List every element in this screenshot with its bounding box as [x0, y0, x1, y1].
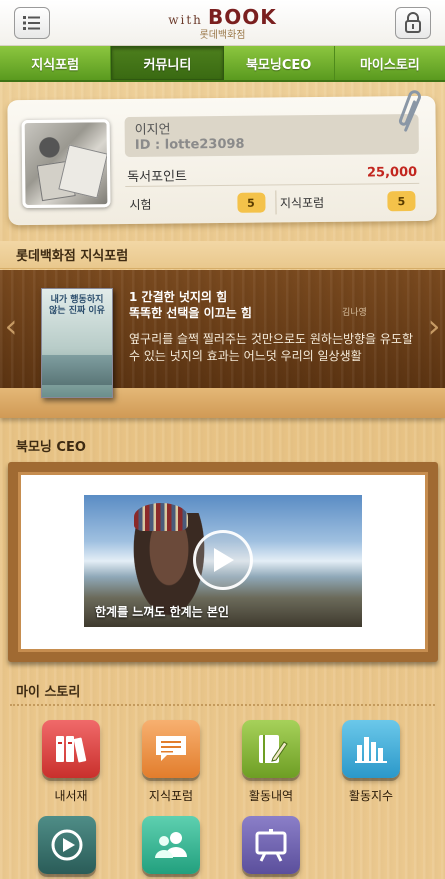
logo-subtitle: 롯데백화점 — [199, 30, 246, 41]
main-nav: 지식포럼 커뮤니티 북모닝CEO 마이스토리 — [0, 46, 445, 82]
knowledge-forum-label: 지식포럼 — [148, 789, 194, 803]
video-caption: 한계를 느껴도 한계는 본인 — [95, 605, 229, 619]
tab-my-story[interactable]: 마이스토리 — [335, 46, 445, 80]
tab-book-morning-ceo[interactable]: 북모닝CEO — [224, 46, 335, 80]
knowledge-forum-button[interactable] — [142, 720, 200, 778]
activity-history-button[interactable] — [242, 720, 300, 778]
stat-exam-label: 시험 — [129, 197, 152, 212]
presentation-board-icon — [255, 829, 287, 862]
app-header: with BOOK 롯데백화점 — [0, 0, 445, 46]
stat-forum[interactable]: 지식포럼 5 — [276, 189, 420, 215]
book-cover[interactable]: 내가 행동하지 않는 진짜 이유 — [41, 288, 113, 398]
my-library-button[interactable] — [42, 720, 100, 778]
forum-author: 김나영 — [342, 308, 367, 318]
people-icon — [155, 832, 187, 858]
play-circle-icon — [51, 829, 83, 861]
tab-community[interactable]: 커뮤니티 — [111, 46, 224, 80]
bookshelf-icon — [56, 736, 87, 763]
avatar[interactable] — [21, 119, 111, 209]
book-cover-title: 내가 행동하지 않는 진짜 이유 — [49, 295, 105, 316]
paperclip-icon — [398, 90, 421, 132]
stat-exam[interactable]: 시험 5 — [125, 190, 277, 217]
profile-card: 이지언 ID : lotte23098 독서포인트 25,000 시험 5 지식… — [7, 90, 437, 226]
mystory-section-title: 마이 스토리 — [16, 684, 81, 700]
ceo-section-title: 북모닝 CEO — [16, 439, 86, 455]
activity-history-label: 활동내역 — [248, 789, 294, 803]
activity-index-button[interactable] — [342, 720, 400, 778]
lock-button[interactable] — [395, 7, 431, 39]
stat-forum-count: 5 — [387, 190, 416, 212]
forum-description: 옆구리를 슬쩍 찔러주는 것만으로도 원하는방향을 유도할 수 있는 넛지의 효… — [129, 332, 414, 363]
tab-knowledge-forum[interactable]: 지식포럼 — [0, 46, 112, 80]
reading-points-label: 독서포인트 — [127, 169, 188, 185]
stat-forum-label: 지식포럼 — [279, 195, 325, 210]
forum-prev-arrow[interactable]: ‹ — [4, 306, 18, 346]
forum-next-arrow[interactable]: › — [427, 306, 441, 346]
play-icon — [214, 548, 234, 572]
chat-bubble-icon — [156, 736, 186, 761]
divider — [10, 704, 435, 706]
activity-index-label: 활동지수 — [348, 789, 394, 803]
my-library-label: 내서재 — [54, 789, 88, 803]
stat-exam-count: 5 — [236, 192, 266, 213]
bar-chart-icon — [355, 737, 387, 763]
profile-name-box: 이지언 ID : lotte23098 — [124, 113, 419, 158]
play-button[interactable] — [193, 530, 253, 590]
forum-section-title: 롯데백화점 지식포럼 — [0, 241, 445, 269]
community-button[interactable] — [142, 816, 200, 874]
presentation-button[interactable] — [242, 816, 300, 874]
forum-title-line1: 1 간결한 넛지의 힘 — [129, 290, 228, 304]
profile-id: ID : lotte23098 — [134, 136, 245, 153]
app-logo[interactable]: with BOOK 롯데백화점 — [0, 5, 445, 41]
logo-with-text: with — [168, 13, 203, 27]
reading-points-value: 25,000 — [366, 164, 418, 181]
video-button[interactable] — [38, 816, 96, 874]
profile-stats: 시험 5 지식포럼 5 — [125, 189, 420, 217]
reading-points-row: 독서포인트 25,000 — [125, 161, 420, 188]
lock-icon — [405, 12, 421, 33]
notebook-pen-icon — [259, 735, 288, 763]
